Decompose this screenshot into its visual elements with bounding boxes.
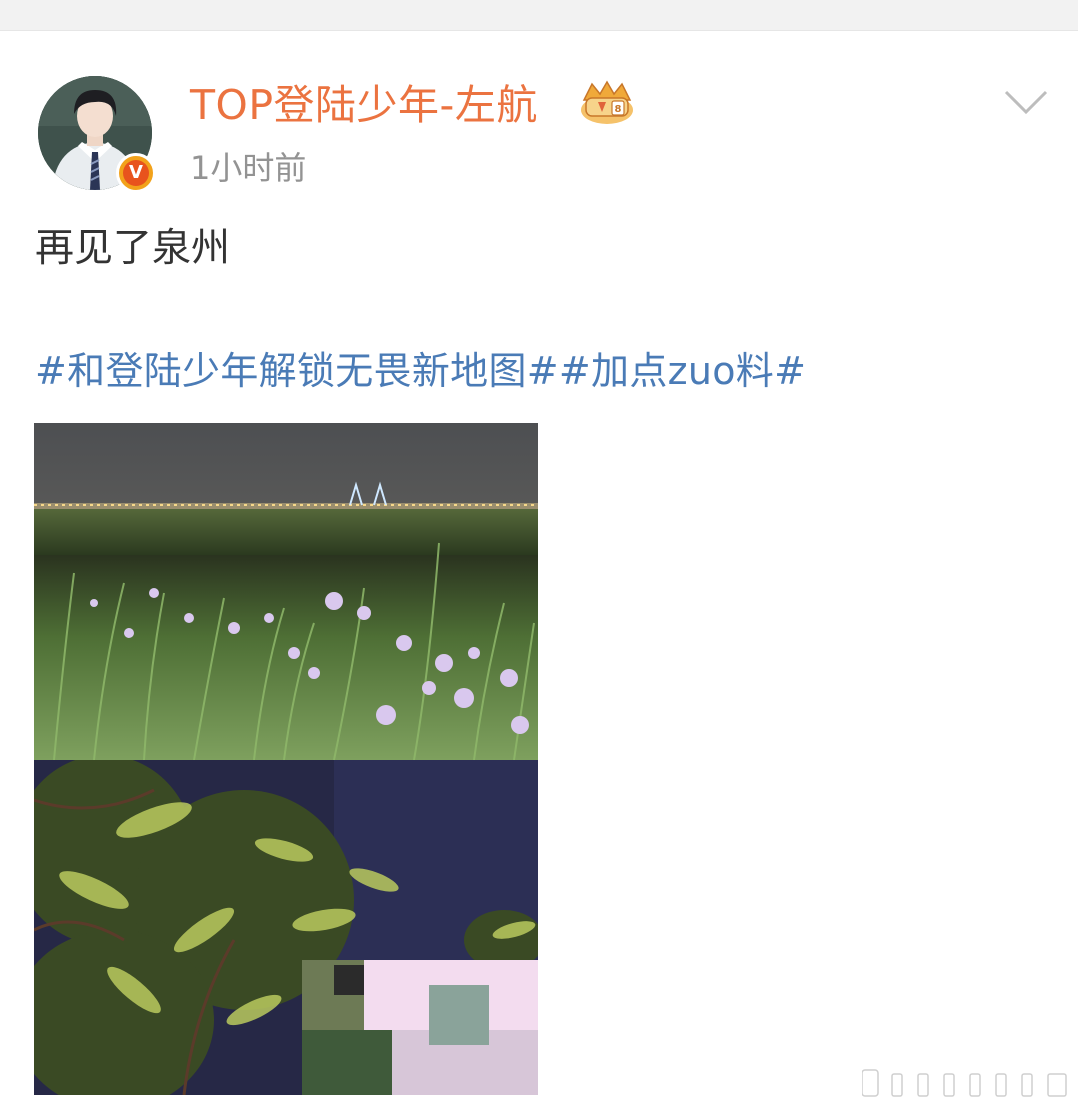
verified-badge-letter: V <box>123 160 149 186</box>
svg-text:8: 8 <box>615 104 622 115</box>
author-name[interactable]: TOP登陆少年-左航 <box>190 80 538 130</box>
chevron-down-icon[interactable] <box>1000 84 1052 120</box>
top-bar <box>0 0 1078 31</box>
photo-night-trees[interactable] <box>34 760 538 1095</box>
post-time: 1小时前 <box>190 149 307 187</box>
image-pager-dots-icon <box>862 1069 1067 1097</box>
post-text: 再见了泉州 <box>35 226 231 271</box>
hashtag-links[interactable]: #和登陆少年解锁无畏新地图##加点zuo料# <box>35 346 806 396</box>
crown-membership-icon[interactable]: 8 <box>578 80 636 126</box>
verified-badge-icon: V <box>116 153 156 193</box>
photo-bridge-flowers[interactable] <box>34 423 538 760</box>
